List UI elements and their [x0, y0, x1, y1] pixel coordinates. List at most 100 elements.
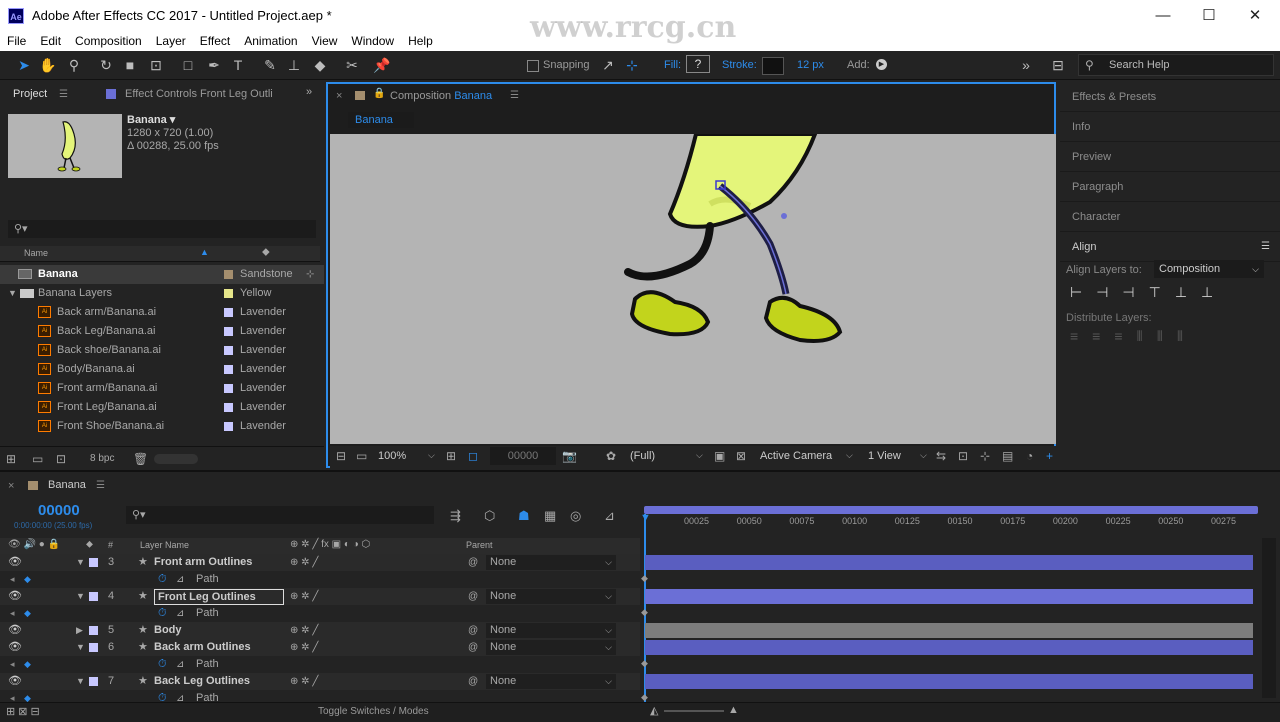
- pen-tool-icon[interactable]: ✒: [204, 55, 224, 75]
- paragraph-panel[interactable]: Paragraph: [1060, 172, 1280, 202]
- current-time[interactable]: 00000: [38, 502, 80, 519]
- visibility-eye-icon[interactable]: 👁: [8, 639, 22, 656]
- graph-icon[interactable]: ⊿: [176, 656, 184, 673]
- new-comp-icon[interactable]: ⊡: [56, 452, 66, 466]
- layer-name[interactable]: Back Leg Outlines: [154, 673, 250, 690]
- parent-dropdown[interactable]: None ⌵: [486, 623, 616, 638]
- roto-brush-tool-icon[interactable]: ✂: [342, 55, 362, 75]
- search-help-field[interactable]: ⚲ Search Help: [1078, 54, 1274, 76]
- distribute-vcenter-icon[interactable]: ≡: [1092, 328, 1100, 348]
- layer-switches-icon[interactable]: ⊞ ⊠ ⊟: [6, 705, 40, 718]
- layer-label-swatch[interactable]: [89, 643, 98, 652]
- expand-workspaces-icon[interactable]: »: [1016, 55, 1036, 75]
- region-of-interest-icon[interactable]: ▣: [714, 449, 725, 463]
- pickwhip-icon[interactable]: @: [468, 588, 478, 605]
- graph-icon[interactable]: ⊿: [176, 605, 184, 622]
- visibility-eye-icon[interactable]: 👁: [8, 622, 22, 639]
- menu-animation[interactable]: Animation: [237, 32, 304, 51]
- shy-layers-icon[interactable]: ☗: [518, 508, 530, 524]
- stroke-swatch[interactable]: [762, 57, 784, 75]
- keyframe-nav-icon[interactable]: ◂: [10, 605, 15, 622]
- safe-zones-icon[interactable]: ⊞: [446, 449, 456, 463]
- align-left-icon[interactable]: ⊢: [1070, 284, 1082, 306]
- comp-subtab[interactable]: Banana: [348, 112, 414, 128]
- layer-switches-icon[interactable]: ⊕ ✲ ╱: [290, 639, 318, 656]
- distribute-bottom-icon[interactable]: ≡: [1114, 328, 1122, 348]
- keyframe-nav-icon[interactable]: ◂: [10, 571, 15, 588]
- workspace-layout-icon[interactable]: ⊟: [1048, 55, 1068, 75]
- preview-panel[interactable]: Preview: [1060, 142, 1280, 172]
- align-bottom-icon[interactable]: ⊥: [1201, 284, 1213, 306]
- snapping-checkbox[interactable]: [527, 60, 539, 72]
- always-preview-icon[interactable]: ⊟: [336, 449, 346, 463]
- label-color-swatch[interactable]: [224, 289, 233, 298]
- rectangle-tool-icon[interactable]: □: [178, 55, 198, 75]
- interpret-footage-icon[interactable]: ⊞: [6, 452, 16, 466]
- snap-features-icon[interactable]: ⊹: [622, 55, 642, 75]
- timecode-field[interactable]: 00000: [490, 447, 556, 465]
- visibility-eye-icon[interactable]: 👁: [8, 588, 22, 605]
- graph-icon[interactable]: ⊿: [176, 571, 184, 588]
- add-menu-icon[interactable]: ▶: [876, 59, 887, 70]
- camera-tool-icon[interactable]: ■: [120, 55, 140, 75]
- panel-overflow-icon[interactable]: »: [306, 86, 312, 98]
- layer-label-swatch[interactable]: [89, 626, 98, 635]
- layer-switches-icon[interactable]: ⊕ ✲ ╱: [290, 673, 318, 690]
- chevron-down-icon[interactable]: ▼: [76, 673, 85, 690]
- chevron-down-icon[interactable]: ▼: [76, 588, 85, 605]
- exposure-plus-icon[interactable]: +: [1046, 449, 1053, 463]
- layer-label-swatch[interactable]: [89, 592, 98, 601]
- project-item-name[interactable]: Banana ▾: [127, 113, 175, 126]
- chevron-down-icon[interactable]: ▼: [76, 554, 85, 571]
- info-panel[interactable]: Info: [1060, 112, 1280, 142]
- selection-tool-icon[interactable]: ➤: [14, 55, 34, 75]
- layer-switches-icon[interactable]: ⊕ ✲ ╱: [290, 554, 318, 571]
- parent-dropdown[interactable]: None ⌵: [486, 555, 616, 570]
- align-top-icon[interactable]: ⊤: [1149, 284, 1161, 306]
- type-tool-icon[interactable]: T: [228, 55, 248, 75]
- timeline-icon[interactable]: ▤: [1002, 449, 1013, 463]
- project-list-item[interactable]: Ai Front Leg/Banana.ai Lavender: [0, 398, 324, 417]
- stopwatch-icon[interactable]: ⏱: [158, 605, 167, 622]
- keyframe-icon[interactable]: ◆: [641, 607, 648, 618]
- comp-mini-flowchart-icon[interactable]: ⇶: [450, 508, 461, 524]
- align-to-dropdown[interactable]: Composition ⌵: [1154, 260, 1264, 278]
- layer-row[interactable]: 👁 ▼ 6 ★ Back arm Outlines ⊕ ✲ ╱ @ None ⌵: [0, 639, 640, 656]
- flowchart-icon[interactable]: ⊹: [980, 449, 990, 463]
- project-list-item[interactable]: ▼ Banana Layers Yellow: [0, 284, 324, 303]
- project-list-item[interactable]: Ai Back shoe/Banana.ai Lavender: [0, 341, 324, 360]
- align-panel-header[interactable]: Align ☰: [1060, 232, 1280, 262]
- frame-blending-icon[interactable]: ▦: [544, 508, 556, 524]
- camera-dropdown[interactable]: Active Camera: [760, 450, 832, 462]
- property-row[interactable]: ◂ ◆ ⏱ ⊿ Path: [0, 656, 640, 673]
- motion-blur-icon[interactable]: ◎: [570, 508, 581, 524]
- menu-file[interactable]: File: [0, 32, 33, 51]
- eraser-tool-icon[interactable]: ◆: [310, 55, 330, 75]
- chevron-down-icon[interactable]: ▼: [76, 639, 85, 656]
- layer-duration-bar[interactable]: [645, 623, 1253, 638]
- parent-dropdown[interactable]: None ⌵: [486, 589, 616, 604]
- project-list-item[interactable]: Banana Sandstone ⊹: [0, 265, 324, 284]
- fast-previews-icon[interactable]: ⊡: [958, 449, 968, 463]
- parent-dropdown[interactable]: None ⌵: [486, 674, 616, 689]
- menu-edit[interactable]: Edit: [33, 32, 68, 51]
- layer-switches-icon[interactable]: ⊕ ✲ ╱: [290, 622, 318, 639]
- project-list-item[interactable]: Ai Front Shoe/Banana.ai Lavender: [0, 417, 324, 436]
- fill-swatch[interactable]: ?: [686, 55, 710, 73]
- puppet-pin-tool-icon[interactable]: 📌: [372, 55, 392, 75]
- distribute-top-icon[interactable]: ≡: [1070, 328, 1078, 348]
- layer-switches-icon[interactable]: ⊕ ✲ ╱: [290, 588, 318, 605]
- views-dropdown[interactable]: 1 View: [868, 450, 901, 462]
- label-color-swatch[interactable]: [224, 365, 233, 374]
- label-color-swatch[interactable]: [224, 422, 233, 431]
- layer-row[interactable]: 👁 ▶ 5 ★ Body ⊕ ✲ ╱ @ None ⌵: [0, 622, 640, 639]
- visibility-eye-icon[interactable]: 👁: [8, 554, 22, 571]
- lock-icon[interactable]: 🔒: [373, 88, 385, 99]
- project-list-item[interactable]: Ai Back Leg/Banana.ai Lavender: [0, 322, 324, 341]
- tab-effect-controls[interactable]: Effect Controls Front Leg Outli: [125, 82, 273, 106]
- hand-tool-icon[interactable]: ✋: [38, 55, 58, 75]
- layer-name[interactable]: Back arm Outlines: [154, 639, 251, 656]
- label-color-swatch[interactable]: [224, 327, 233, 336]
- toggle-switches-modes[interactable]: Toggle Switches / Modes: [318, 706, 429, 717]
- zoom-in-icon[interactable]: ▲: [728, 704, 739, 716]
